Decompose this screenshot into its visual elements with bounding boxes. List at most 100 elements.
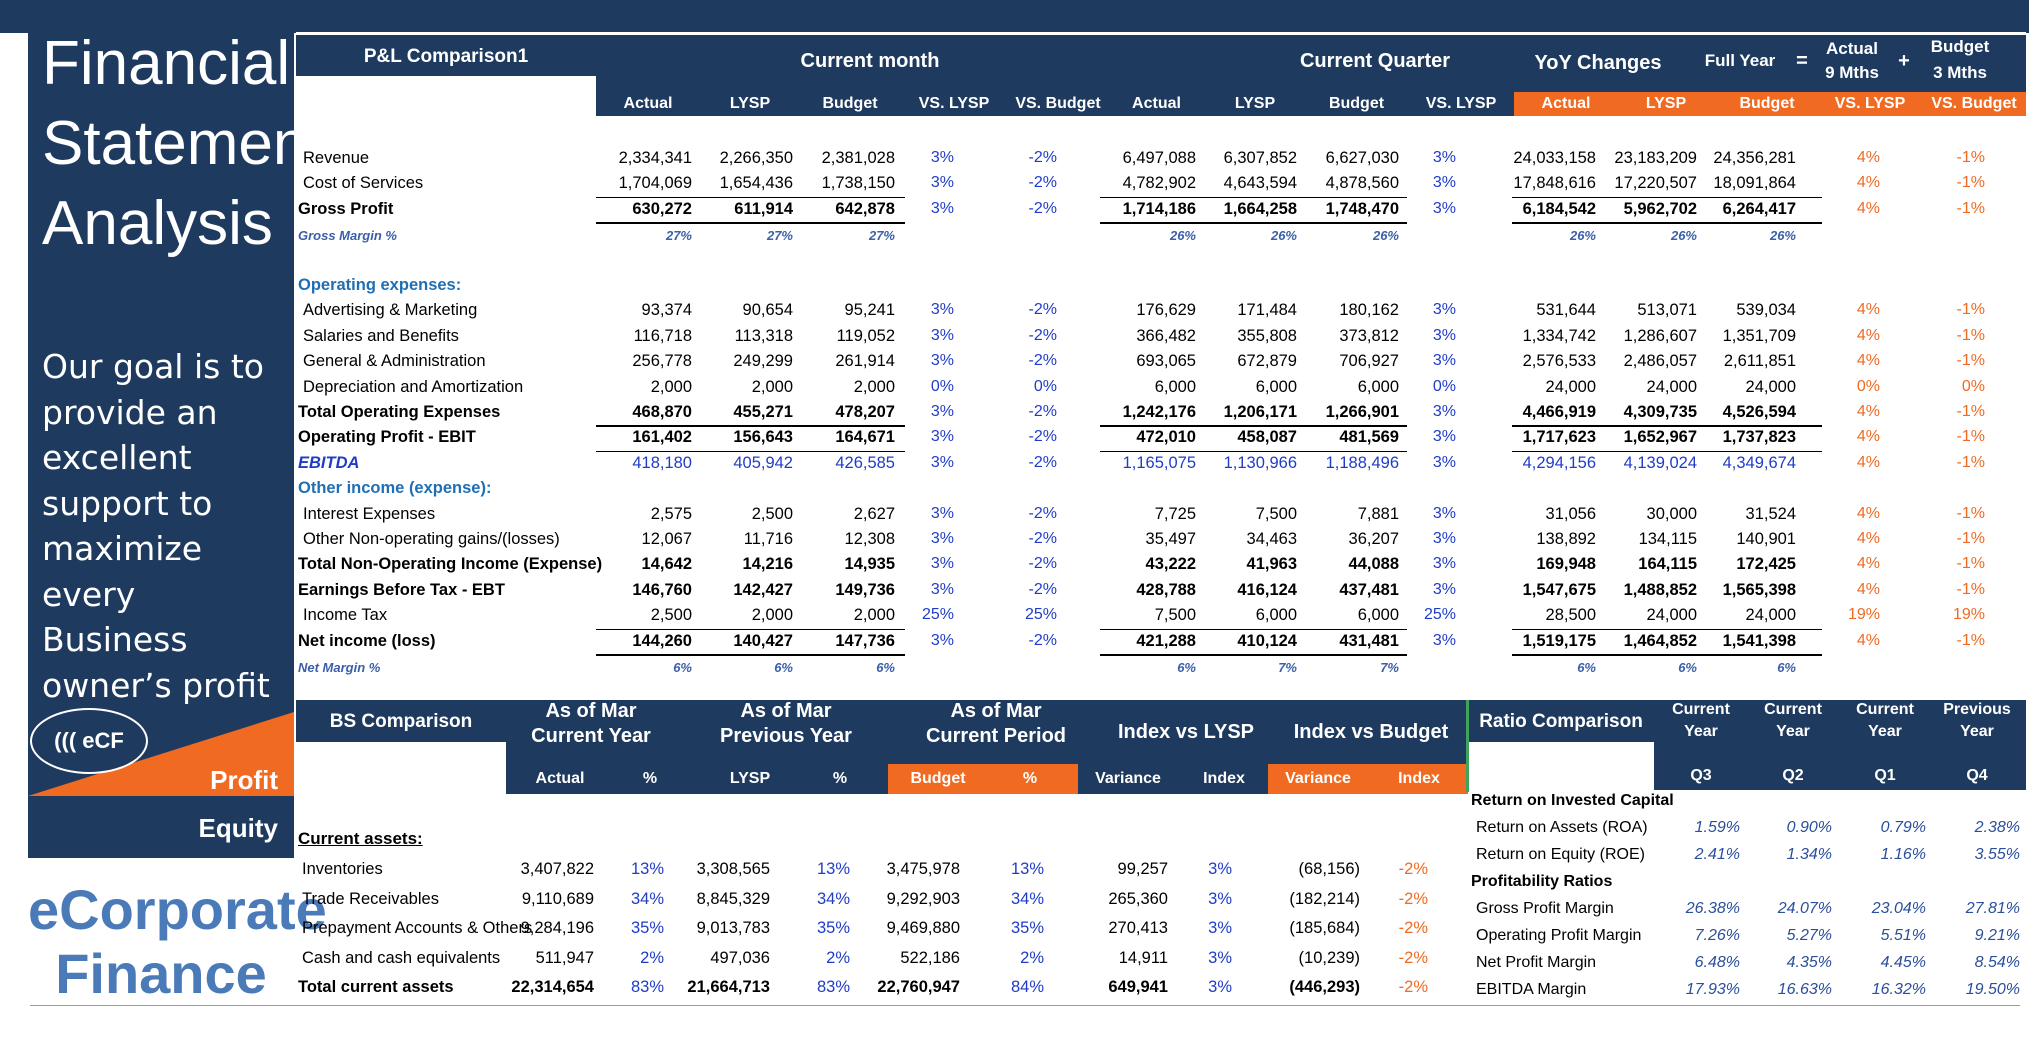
pl-cell: 25% xyxy=(921,606,954,624)
title-line: Analysis xyxy=(42,189,273,258)
group-actual-9-sub: 9 Mths xyxy=(1825,63,1879,82)
pl-cell: 4% xyxy=(1856,149,1880,166)
pl-subtotal-line xyxy=(1100,628,1407,631)
ratio-cell: 27.81% xyxy=(1965,900,2020,917)
pl-subtotal-line xyxy=(596,196,905,199)
pl-cell: 7,500 xyxy=(1154,606,1196,625)
pl-cell: 3% xyxy=(930,530,954,547)
bs-section-label: Current assets: xyxy=(298,829,423,848)
pl-cell: 3% xyxy=(930,631,954,649)
pl-cell: -1% xyxy=(1956,403,1985,420)
ratio-row-label: Profitability Ratios xyxy=(1471,873,1613,890)
pl-cell: 1,464,852 xyxy=(1623,631,1697,650)
bs-col-header: Index xyxy=(1203,770,1245,787)
ratio-row-label: Return on Equity (ROE) xyxy=(1476,846,1645,863)
ratio-cell: 2.38% xyxy=(1974,819,2020,836)
bs-cell: 34% xyxy=(630,889,664,908)
bs-cell: 3% xyxy=(1208,919,1232,937)
bs-cell: 3% xyxy=(1208,948,1232,967)
pl-cell: 4,139,024 xyxy=(1623,453,1697,472)
pl-cell: 1,130,966 xyxy=(1223,453,1297,472)
pl-cell: 468,870 xyxy=(632,403,692,421)
pl-cell: 3% xyxy=(1432,428,1456,446)
pl-cell: -2% xyxy=(1028,174,1057,192)
pl-cell: 355,808 xyxy=(1237,326,1297,345)
pl-cell: -2% xyxy=(1028,631,1057,649)
pl-col-header: LYSP xyxy=(729,95,771,112)
pl-cell: -2% xyxy=(1028,149,1057,166)
pl-cell: 4,294,156 xyxy=(1522,453,1596,472)
pl-cell: 34,463 xyxy=(1246,530,1297,548)
pl-cell: 3% xyxy=(930,199,954,217)
ratio-cell: 23.04% xyxy=(1871,900,1926,917)
ratio-cell: 8.54% xyxy=(1974,954,2020,971)
ratio-cell: 0.90% xyxy=(1786,819,1832,836)
pl-cell: 6,000 xyxy=(1255,606,1297,625)
pl-cell: 0% xyxy=(930,377,954,395)
bs-cell: -2% xyxy=(1398,948,1428,967)
pl-cell: -1% xyxy=(1956,631,1985,649)
pl-cell: 3% xyxy=(930,352,954,370)
pl-cell: 6% xyxy=(1177,660,1196,675)
pl-cell: 3% xyxy=(1432,504,1456,522)
title-line: Statement xyxy=(42,109,325,178)
pl-cell: -2% xyxy=(1028,352,1057,370)
pl-cell: 611,914 xyxy=(734,199,793,218)
pl-cell: -1% xyxy=(1956,174,1985,192)
bs-group-line1: As of Mar xyxy=(740,700,832,722)
ratio-cell: 0.79% xyxy=(1880,819,1926,836)
bottom-divider xyxy=(30,1005,2020,1006)
group-yoy: YoY Changes xyxy=(1534,52,1662,74)
pl-total-underline xyxy=(596,654,905,656)
pl-cell: 3% xyxy=(1432,555,1456,573)
pl-col-header: VS. LYSP xyxy=(1834,95,1906,112)
pl-cell: 3% xyxy=(930,504,954,522)
ratio-title: Ratio Comparison xyxy=(1479,711,1643,732)
pl-cell: -1% xyxy=(1956,301,1985,319)
pl-cell: -1% xyxy=(1956,326,1985,344)
pl-cell: 672,879 xyxy=(1237,352,1297,371)
pl-cell: 0% xyxy=(1033,377,1057,395)
pl-cell: 6% xyxy=(673,660,692,675)
ratio-cell: 3.55% xyxy=(1974,846,2020,863)
pl-cell: 3% xyxy=(1432,352,1456,370)
pl-cell: -2% xyxy=(1028,428,1057,446)
pl-cell: 3% xyxy=(930,580,954,598)
pl-cell: 4% xyxy=(1856,504,1880,522)
ratio-cell: 19.50% xyxy=(1965,981,2020,998)
pl-cell: -1% xyxy=(1956,453,1985,471)
goal-line: maximize every xyxy=(42,529,203,614)
bs-cell: 35% xyxy=(816,919,850,937)
pl-cell: -1% xyxy=(1956,199,1985,217)
bs-row-label: Trade Receivables xyxy=(302,889,439,908)
pl-row-label: Revenue xyxy=(303,149,370,167)
pl-cell: 17,848,616 xyxy=(1513,174,1596,193)
pl-cell: 4% xyxy=(1856,352,1880,370)
bs-cell: 2% xyxy=(640,948,664,967)
pl-subtotal-line xyxy=(596,628,905,631)
pl-cell: 4% xyxy=(1856,555,1880,573)
pl-cell: 41,963 xyxy=(1246,555,1297,574)
pl-cell: -1% xyxy=(1956,428,1985,446)
pl-cell: 3% xyxy=(930,301,954,319)
sidebar-title: Financial Statement Analysis xyxy=(42,24,325,264)
pl-cell: 249,299 xyxy=(733,352,793,371)
pl-cell: 171,484 xyxy=(1237,301,1297,320)
pl-cell: 3% xyxy=(1432,301,1456,319)
pl-cell: -2% xyxy=(1028,403,1057,420)
pl-cell: 7% xyxy=(1380,660,1399,675)
pl-cell: 2,486,057 xyxy=(1623,352,1697,371)
pl-cell: 25% xyxy=(1024,606,1057,624)
ratio-cell: 1.34% xyxy=(1786,846,1832,863)
pl-cell: -2% xyxy=(1028,326,1057,344)
pl-cell: 26% xyxy=(1569,228,1596,244)
pl-cell: 3% xyxy=(930,453,954,471)
pl-subtotal-line xyxy=(1100,196,1407,199)
bs-cell: 2% xyxy=(826,948,850,967)
bs-group-line1: As of Mar xyxy=(950,700,1042,722)
pl-cell: 7% xyxy=(1278,660,1297,675)
pl-cell: 142,427 xyxy=(733,580,793,599)
pl-cell: 176,629 xyxy=(1136,301,1196,320)
ratio-group-line2: Year xyxy=(1868,723,1902,740)
pl-cell: 1,334,742 xyxy=(1522,326,1596,345)
